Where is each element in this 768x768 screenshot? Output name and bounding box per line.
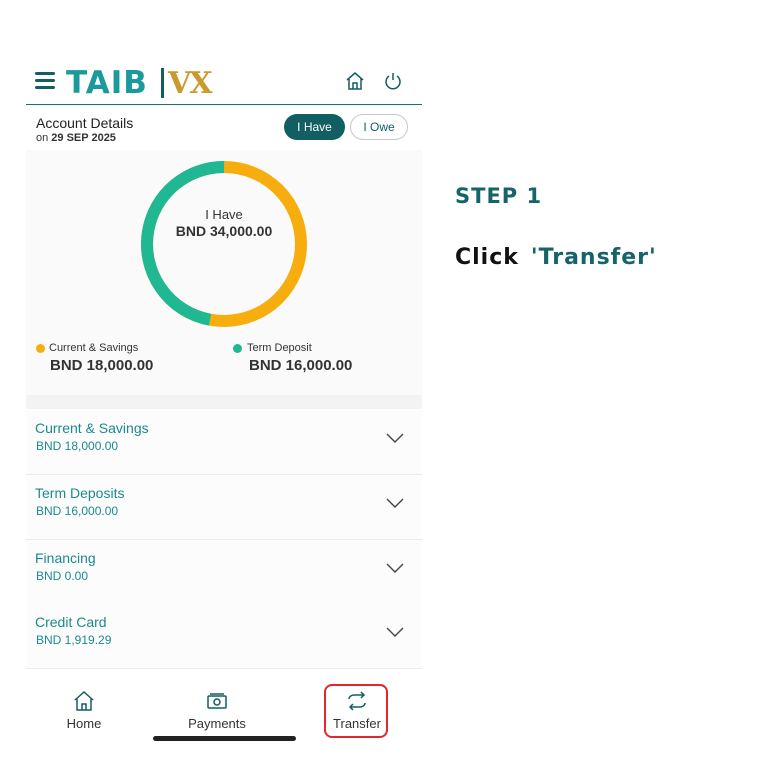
home-indicator <box>153 736 296 741</box>
account-row-term-deposits[interactable]: Term Deposits BND 16,000.00 <box>26 475 422 540</box>
transfer-highlight-box <box>324 684 388 738</box>
instruction-target: 'Transfer' <box>530 245 657 270</box>
menu-icon[interactable] <box>35 72 55 90</box>
account-date: on 29 SEP 2025 <box>36 132 116 144</box>
home-icon <box>74 690 94 711</box>
instruction-text: Click <box>455 245 519 270</box>
power-icon[interactable] <box>382 70 404 92</box>
section-divider <box>26 395 422 409</box>
row-title: Current & Savings <box>35 420 149 436</box>
legend-dot-current-savings <box>36 344 45 353</box>
logo-divider <box>161 68 164 98</box>
home-icon[interactable] <box>344 70 366 92</box>
nav-home[interactable]: Home <box>44 690 124 731</box>
nav-label: Payments <box>188 716 246 731</box>
chevron-down-icon[interactable] <box>386 562 404 574</box>
account-row-financing[interactable]: Financing BND 0.00 <box>26 540 422 605</box>
date-value: 29 SEP 2025 <box>51 132 116 144</box>
legend-label-current-savings: Current & Savings <box>49 342 139 354</box>
toggle-i-owe[interactable]: I Owe <box>350 114 408 140</box>
toggle-i-have[interactable]: I Have <box>284 114 345 140</box>
chevron-down-icon[interactable] <box>386 432 404 444</box>
row-title: Financing <box>35 550 96 566</box>
step-label: STEP 1 <box>455 184 543 208</box>
legend-dot-term-deposit <box>233 344 242 353</box>
row-title: Term Deposits <box>35 485 125 501</box>
step-instruction: Click 'Transfer' <box>455 245 657 270</box>
row-value: BND 16,000.00 <box>36 504 119 518</box>
app-header: TAIB VX <box>26 60 422 105</box>
legend-value-term-deposit: BND 16,000.00 <box>249 357 353 374</box>
legend-label-term-deposit: Term Deposit <box>247 342 312 354</box>
account-details-title: Account Details <box>36 115 134 131</box>
row-value: BND 18,000.00 <box>36 439 119 453</box>
chevron-down-icon[interactable] <box>386 497 404 509</box>
row-value: BND 1,919.29 <box>36 633 112 647</box>
account-row-current-savings[interactable]: Current & Savings BND 18,000.00 <box>26 410 422 475</box>
nav-label: Home <box>66 716 102 731</box>
donut-center-value: BND 34,000.00 <box>175 223 273 239</box>
payments-icon <box>207 693 227 709</box>
phone-screen: TAIB VX Account Details on 29 SEP 2025 I… <box>26 60 422 750</box>
row-title: Credit Card <box>35 614 107 630</box>
taib-logo: TAIB <box>66 65 148 101</box>
logo-mark: VX <box>168 66 213 101</box>
donut-segment-term-deposit <box>141 161 307 327</box>
balance-donut-chart <box>141 161 307 327</box>
legend-value-current-savings: BND 18,000.00 <box>50 357 154 374</box>
date-prefix: on <box>36 132 52 144</box>
row-value: BND 0.00 <box>36 569 89 583</box>
nav-payments[interactable]: Payments <box>177 690 257 731</box>
chevron-down-icon[interactable] <box>386 626 404 638</box>
account-row-credit-card[interactable]: Credit Card BND 1,919.29 <box>26 604 422 669</box>
donut-center-label: I Have <box>205 207 243 222</box>
